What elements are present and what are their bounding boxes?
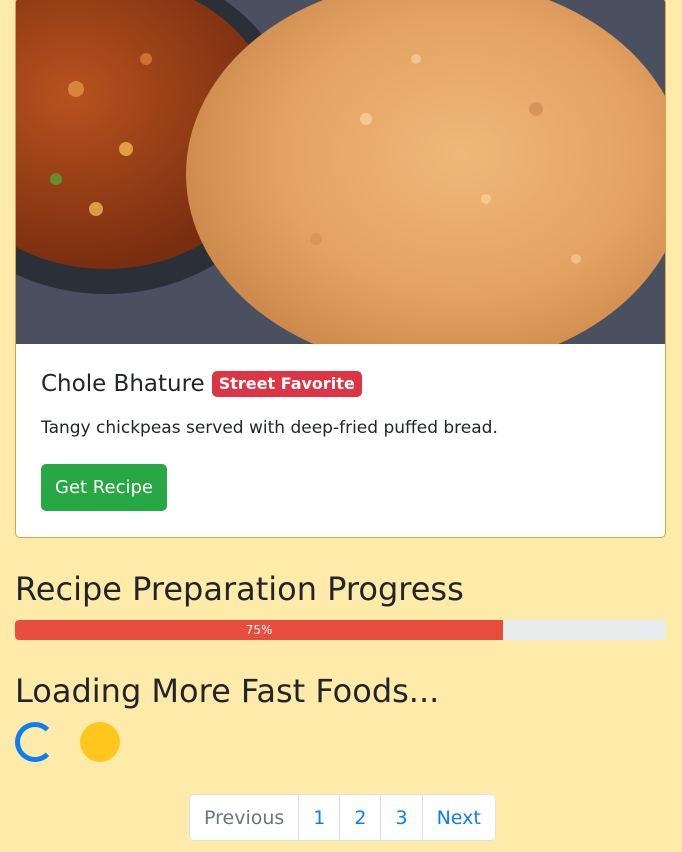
loading-heading: Loading More Fast Foods... — [15, 672, 440, 710]
loading-grow-icon — [80, 722, 120, 762]
pagination: Previous 1 2 3 Next — [189, 794, 496, 841]
recipe-card: Chole Bhature Street Favorite Tangy chic… — [15, 0, 666, 538]
progress-bar-track: 75% — [15, 620, 666, 640]
page-next[interactable]: Next — [421, 795, 495, 840]
card-body: Chole Bhature Street Favorite Tangy chic… — [41, 367, 645, 511]
get-recipe-button[interactable]: Get Recipe — [41, 464, 167, 511]
page-link-2[interactable]: 2 — [339, 795, 380, 840]
page-link-1[interactable]: 1 — [298, 795, 339, 840]
recipe-image — [16, 0, 665, 344]
page-previous[interactable]: Previous — [190, 795, 298, 840]
progress-label: 75% — [245, 623, 273, 637]
card-title-row: Chole Bhature Street Favorite — [41, 367, 645, 401]
loading-spinner-icon — [15, 722, 55, 762]
progress-heading: Recipe Preparation Progress — [15, 570, 464, 608]
card-description: Tangy chickpeas served with deep-fried p… — [41, 418, 498, 438]
status-badge: Street Favorite — [211, 371, 362, 397]
card-title: Chole Bhature — [41, 371, 205, 397]
page-link-3[interactable]: 3 — [380, 795, 421, 840]
progress-bar-fill: 75% — [15, 620, 504, 640]
